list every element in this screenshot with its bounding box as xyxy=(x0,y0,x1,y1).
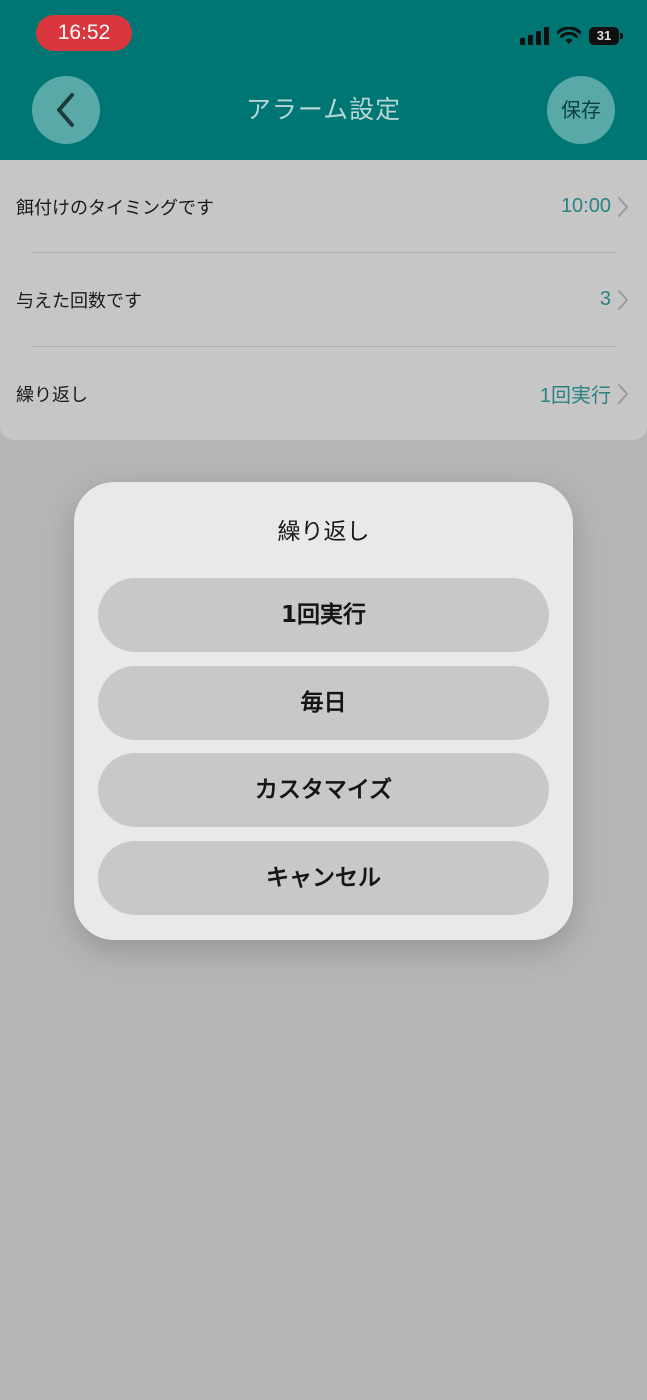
setting-row-repeat[interactable]: 繰り返し 1回実行 xyxy=(0,347,647,440)
save-button[interactable]: 保存 xyxy=(547,76,615,144)
chevron-right-icon xyxy=(618,289,629,310)
setting-row-feeding-count[interactable]: 与えた回数です 3 xyxy=(0,253,647,346)
setting-row-feeding-time[interactable]: 餌付けのタイミングです 10:00 xyxy=(0,160,647,253)
setting-value: 10:00 xyxy=(560,195,611,217)
option-customize-button[interactable]: カスタマイズ xyxy=(98,753,549,827)
setting-value: 3 xyxy=(599,288,611,310)
setting-label: 餌付けのタイミングです xyxy=(16,197,214,219)
signal-icon xyxy=(520,27,549,45)
chevron-right-icon xyxy=(618,383,629,404)
chevron-right-icon xyxy=(618,196,629,217)
status-icons: 31 xyxy=(520,24,623,48)
repeat-dialog: 繰り返し 1回実行 毎日 カスタマイズ キャンセル xyxy=(74,482,573,940)
dialog-title: 繰り返し xyxy=(277,519,370,545)
settings-card: 餌付けのタイミングです 10:00 与えた回数です 3 繰り返し 1回実行 xyxy=(0,160,647,440)
setting-value: 1回実行 xyxy=(539,385,611,407)
option-daily-button[interactable]: 毎日 xyxy=(98,666,549,740)
option-once-button[interactable]: 1回実行 xyxy=(98,578,549,652)
header-bar: 16:52 31 アラーム設定 保存 xyxy=(0,0,647,160)
setting-label: 繰り返し xyxy=(16,384,88,406)
status-time: 16:52 xyxy=(36,15,132,51)
screen: 16:52 31 アラーム設定 保存 餌付けのタイミングです 10:00 与えた… xyxy=(0,0,647,1400)
battery-icon: 31 xyxy=(589,27,623,45)
wifi-icon xyxy=(557,27,581,44)
setting-label: 与えた回数です xyxy=(16,290,142,312)
cancel-button[interactable]: キャンセル xyxy=(98,841,549,915)
